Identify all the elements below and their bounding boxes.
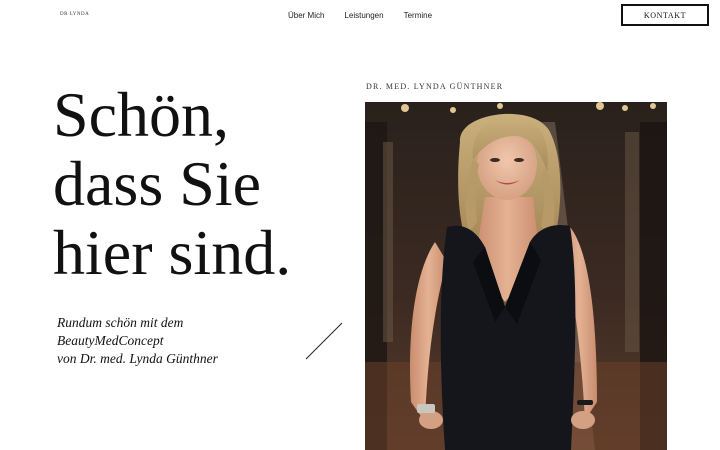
nav-item-ueber-mich[interactable]: Über Mich bbox=[288, 11, 324, 20]
decorative-slash-line bbox=[305, 322, 343, 360]
subline-line-3: von Dr. med. Lynda Günthner bbox=[57, 351, 218, 366]
hero-headline: Schön, dass Sie hier sind. bbox=[53, 80, 291, 287]
photo-caption: DR. MED. LYNDA GÜNTHNER bbox=[366, 82, 504, 91]
nav-item-termine[interactable]: Termine bbox=[404, 11, 432, 20]
portrait-illustration bbox=[365, 102, 667, 450]
headline-line-3: hier sind. bbox=[53, 217, 292, 288]
nav-item-leistungen[interactable]: Leistungen bbox=[344, 11, 383, 20]
headline-line-2: dass Sie bbox=[53, 148, 261, 219]
subline-line-1: Rundum schön mit dem bbox=[57, 315, 184, 330]
headline-line-1: Schön, bbox=[53, 79, 229, 150]
hero-subline: Rundum schön mit dem BeautyMedConcept vo… bbox=[57, 314, 218, 368]
contact-button[interactable]: KONTAKT bbox=[621, 4, 709, 26]
portrait-photo bbox=[365, 102, 667, 450]
subline-line-2: BeautyMedConcept bbox=[57, 333, 164, 348]
main-nav: Über Mich Leistungen Termine bbox=[0, 11, 720, 20]
